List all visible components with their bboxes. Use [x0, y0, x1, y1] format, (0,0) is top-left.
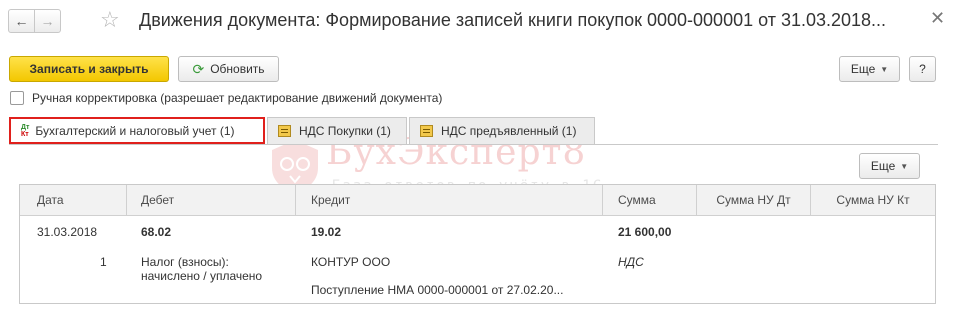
arrow-left-icon: ←: [14, 13, 29, 29]
chevron-down-icon: ▼: [880, 64, 889, 74]
tab-vat-presented-label: НДС предъявленный (1): [441, 124, 577, 138]
column-header-credit[interactable]: Кредит: [296, 185, 603, 216]
close-icon[interactable]: ✕: [930, 8, 945, 29]
column-header-nu-kt[interactable]: Сумма НУ Кт: [811, 185, 935, 216]
manual-correction-checkbox[interactable]: [10, 91, 24, 105]
more-button[interactable]: Еще ▼: [839, 56, 900, 82]
register-icon: [278, 125, 291, 137]
manual-correction-row[interactable]: Ручная корректировка (разрешает редактир…: [10, 91, 442, 105]
window-header: ← → ☆ Движения документа: Формирование з…: [0, 0, 953, 44]
column-header-debit[interactable]: Дебет: [127, 185, 296, 216]
arrow-right-icon: →: [40, 13, 55, 29]
refresh-label: Обновить: [210, 62, 265, 76]
refresh-icon: ⟳: [192, 60, 205, 77]
cell-debit-account: 68.02: [141, 225, 172, 239]
cell-credit-subconto-1: КОНТУР ООО: [311, 255, 391, 269]
help-button[interactable]: ?: [909, 56, 936, 82]
column-header-nu-dt[interactable]: Сумма НУ Дт: [697, 185, 811, 216]
manual-correction-label: Ручная корректировка (разрешает редактир…: [32, 91, 443, 105]
column-header-amount[interactable]: Сумма: [603, 185, 697, 216]
tab-vat-presented[interactable]: НДС предъявленный (1): [409, 117, 595, 144]
cell-credit-subconto-2: Поступление НМА 0000-000001 от 27.02.20.…: [311, 283, 564, 297]
tab-accounting[interactable]: Дт Кт Бухгалтерский и налоговый учет (1): [9, 117, 265, 144]
tab-vat-purchases[interactable]: НДС Покупки (1): [267, 117, 407, 144]
register-icon: [420, 125, 433, 137]
cell-date: 31.03.2018: [37, 225, 98, 239]
table-header: Дата Дебет Кредит Сумма Сумма НУ Дт Сумм…: [20, 185, 935, 216]
cell-debit-subconto-2: начислено / уплачено: [141, 269, 263, 283]
dt-kt-icon: Дт Кт: [21, 123, 30, 138]
chevron-down-icon: ▼: [900, 161, 909, 171]
tab-more-button[interactable]: Еще ▼: [859, 153, 920, 179]
movements-table: Дата Дебет Кредит Сумма Сумма НУ Дт Сумм…: [19, 184, 936, 304]
save-and-close-button[interactable]: Записать и закрыть: [9, 56, 169, 82]
cell-debit-subconto-1: Налог (взносы):: [141, 255, 229, 269]
tab-accounting-label: Бухгалтерский и налоговый учет (1): [35, 123, 235, 138]
tab-more-label: Еще: [870, 159, 896, 173]
refresh-button[interactable]: ⟳ Обновить: [178, 56, 279, 82]
cell-credit-account: 19.02: [311, 225, 342, 239]
tab-vat-purchases-label: НДС Покупки (1): [299, 124, 391, 138]
cell-amount-note: НДС: [618, 255, 644, 269]
cell-line-number: 1: [100, 255, 107, 269]
more-label: Еще: [850, 62, 876, 76]
window-title: Движения документа: Формирование записей…: [139, 10, 887, 30]
back-button[interactable]: ←: [8, 9, 35, 33]
cell-amount: 21 600,00: [618, 225, 672, 239]
forward-button[interactable]: →: [34, 9, 61, 33]
column-header-date[interactable]: Дата: [20, 185, 127, 216]
favorite-star-icon[interactable]: ☆: [100, 7, 120, 33]
